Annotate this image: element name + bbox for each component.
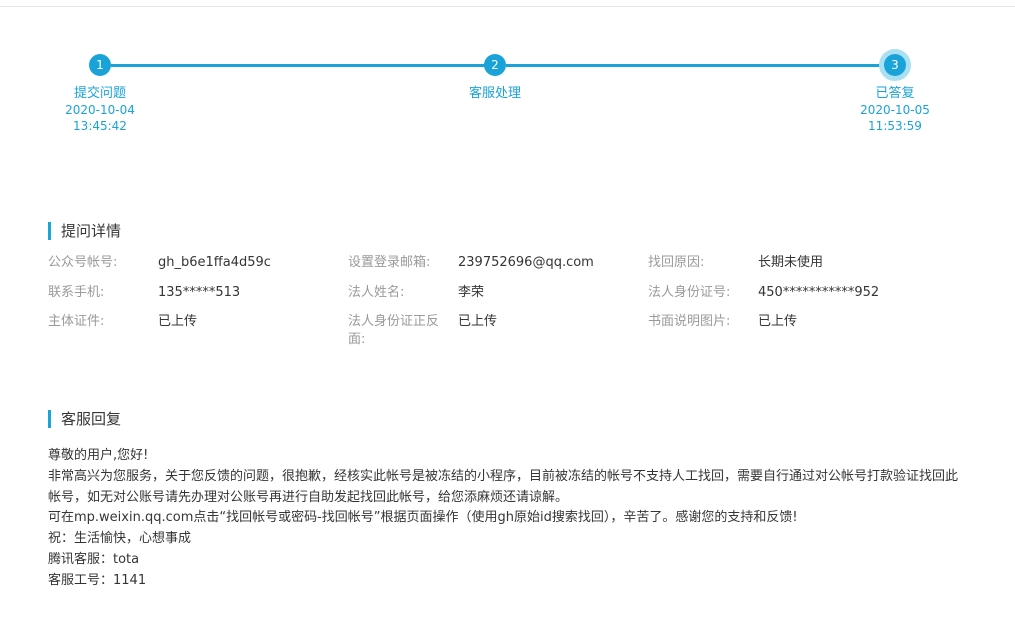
reply-agent-id: 客服工号：1141: [48, 572, 147, 588]
recovery-reason-label: 找回原因:: [648, 255, 705, 270]
step-3-marker: 3: [884, 54, 906, 76]
reply-wishes: 祝：生活愉快，心想事成: [48, 531, 192, 547]
reply-section-title: 客服回复: [48, 410, 121, 428]
step-2-title: 客服处理: [468, 86, 521, 101]
step-connector-1: [111, 64, 485, 67]
step-1-marker: 1: [89, 54, 111, 76]
reply-content: 尊敬的用户,您好! 非常高兴为您服务，关于您反馈的问题，很抱歉，经核实此帐号是被…: [48, 446, 958, 592]
legal-name-label: 法人姓名:: [348, 285, 405, 300]
step-2-marker: 2: [484, 54, 506, 76]
reply-agent-name: 腾讯客服：tota: [48, 551, 140, 567]
official-account-label: 公众号帐号:: [48, 255, 118, 270]
details-section-title: 提问详情: [48, 222, 121, 240]
written-statement-value: 已上传: [758, 314, 798, 329]
reply-greeting: 尊敬的用户,您好!: [48, 448, 149, 463]
step-3-date: 2020-10-05: [860, 103, 930, 117]
step-connector-2: [506, 64, 884, 67]
legal-id-number-value: 450***********952: [758, 285, 880, 300]
contact-phone-label: 联系手机:: [48, 285, 105, 300]
legal-id-photos-label: 法人身份证正反面:: [348, 314, 440, 347]
reply-instructions: 可在mp.weixin.qq.com点击“找回帐号或密码-找回帐号”根据页面操作…: [48, 510, 798, 526]
legal-id-number-label: 法人身份证号:: [648, 285, 731, 300]
login-email-label: 设置登录邮箱:: [348, 255, 431, 270]
step-1-title: 提交问题: [73, 86, 126, 101]
step-2-info: 客服处理: [425, 85, 565, 102]
login-email-value: 239752696@qq.com: [458, 255, 594, 270]
step-1-info: 提交问题 2020-10-04 13:45:42: [30, 85, 170, 134]
step-1-date: 2020-10-04: [65, 103, 135, 117]
step-3-time: 11:53:59: [868, 119, 922, 133]
step-3-info: 已答复 2020-10-05 11:53:59: [825, 85, 965, 134]
written-statement-label: 书面说明图片:: [648, 314, 731, 329]
legal-id-photos-value: 已上传: [458, 314, 498, 329]
official-account-value: gh_b6e1ffa4d59c: [158, 255, 271, 270]
entity-certificate-label: 主体证件:: [48, 314, 105, 329]
legal-name-value: 李荣: [458, 285, 485, 300]
contact-phone-value: 135*****513: [158, 285, 241, 300]
recovery-reason-value: 长期未使用: [758, 255, 824, 270]
step-3-title: 已答复: [875, 86, 915, 101]
reply-body: 非常高兴为您服务，关于您反馈的问题，很抱歉，经核实此帐号是被冻结的小程序，目前被…: [48, 468, 959, 505]
step-1-time: 13:45:42: [73, 119, 127, 133]
entity-certificate-value: 已上传: [158, 314, 198, 329]
progress-stepper: 1 2 3 提交问题 2020-10-04 13:45:42 客服处理 已答复 …: [0, 0, 1015, 160]
